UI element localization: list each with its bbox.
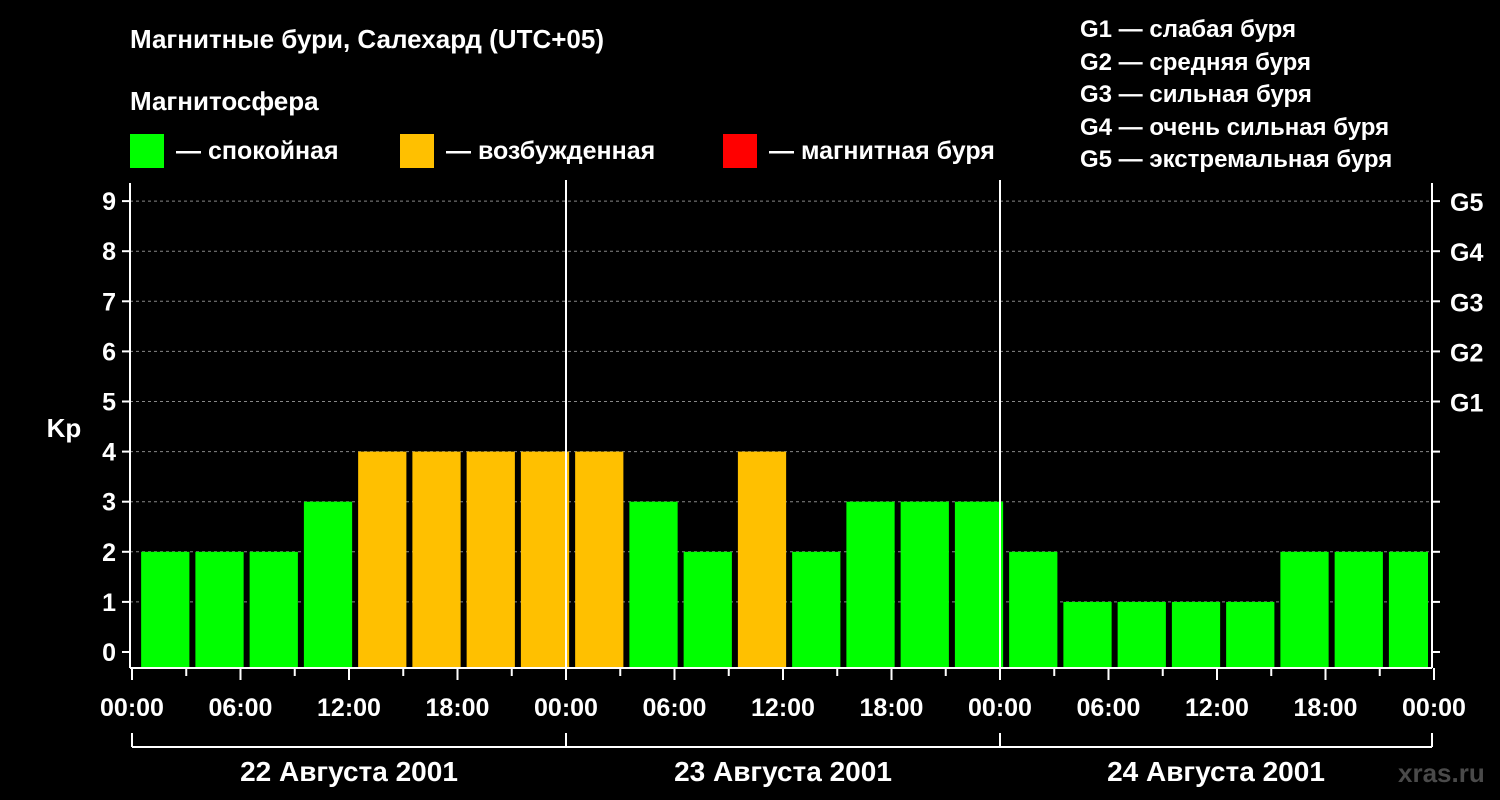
- day-label: 24 Августа 2001: [1107, 756, 1325, 787]
- kp-bar: [303, 501, 353, 667]
- kp-bar: [141, 551, 190, 667]
- kp-bar: [954, 501, 1004, 667]
- x-tick-label: 06:00: [1077, 694, 1141, 722]
- x-tick-label: 00:00: [1402, 694, 1466, 722]
- x-tick-label: 12:00: [1185, 694, 1249, 722]
- kp-bar: [1334, 551, 1383, 667]
- day-label: 23 Августа 2001: [674, 756, 892, 787]
- kp-bar: [792, 551, 841, 667]
- y-tick-label: 3: [102, 489, 116, 517]
- y-axis-label: Kp: [47, 413, 82, 443]
- kp-bar: [1117, 601, 1166, 667]
- y-tick-label: 2: [102, 539, 116, 567]
- kp-bar: [195, 551, 244, 667]
- y-tick-label: 8: [102, 238, 116, 266]
- y-tick-label: 7: [102, 288, 116, 316]
- y-tick-label: 6: [102, 338, 116, 366]
- x-tick-label: 12:00: [317, 694, 381, 722]
- x-tick-label: 06:00: [643, 694, 707, 722]
- kp-bar: [1226, 601, 1275, 667]
- y-tick-label: 5: [102, 389, 116, 417]
- day-label: 22 Августа 2001: [240, 756, 458, 787]
- x-tick-label: 12:00: [751, 694, 815, 722]
- g-tick-label: G4: [1450, 239, 1483, 267]
- kp-bar: [249, 551, 298, 667]
- x-tick-label: 18:00: [860, 694, 924, 722]
- x-tick-label: 18:00: [426, 694, 490, 722]
- kp-bar: [575, 451, 624, 667]
- x-tick-label: 00:00: [100, 694, 164, 722]
- x-tick-label: 00:00: [534, 694, 598, 722]
- kp-bar: [1171, 601, 1221, 667]
- kp-bar: [1280, 551, 1329, 667]
- g-tick-label: G5: [1450, 189, 1483, 217]
- x-tick-label: 18:00: [1294, 694, 1358, 722]
- kp-bar: [358, 451, 407, 667]
- kp-bar: [466, 451, 515, 667]
- g-tick-label: G3: [1450, 289, 1483, 317]
- kp-bar: [412, 451, 461, 667]
- kp-bar: [629, 501, 678, 667]
- kp-bar: [737, 451, 787, 667]
- x-tick-label: 00:00: [968, 694, 1032, 722]
- kp-bar: [683, 551, 732, 667]
- y-tick-label: 1: [102, 589, 116, 617]
- kp-bar: [1388, 551, 1428, 667]
- kp-bar: [520, 451, 570, 667]
- y-tick-label: 9: [102, 188, 116, 216]
- kp-bar: [1063, 601, 1112, 667]
- g-tick-label: G1: [1450, 390, 1483, 418]
- y-tick-label: 4: [102, 439, 116, 467]
- kp-chart: 0 1 2 3 4 5 6 7 8 9 G1 G2 G3 G4 G5 Kp 00:00 06:00 12:00 18:…: [47, 180, 1483, 787]
- kp-bar: [846, 501, 895, 667]
- watermark: xras.ru: [1398, 758, 1485, 788]
- kp-bar: [900, 501, 949, 667]
- kp-bar: [1009, 551, 1058, 667]
- x-tick-label: 06:00: [209, 694, 273, 722]
- y-tick-label: 0: [102, 639, 116, 667]
- g-tick-label: G2: [1450, 339, 1483, 367]
